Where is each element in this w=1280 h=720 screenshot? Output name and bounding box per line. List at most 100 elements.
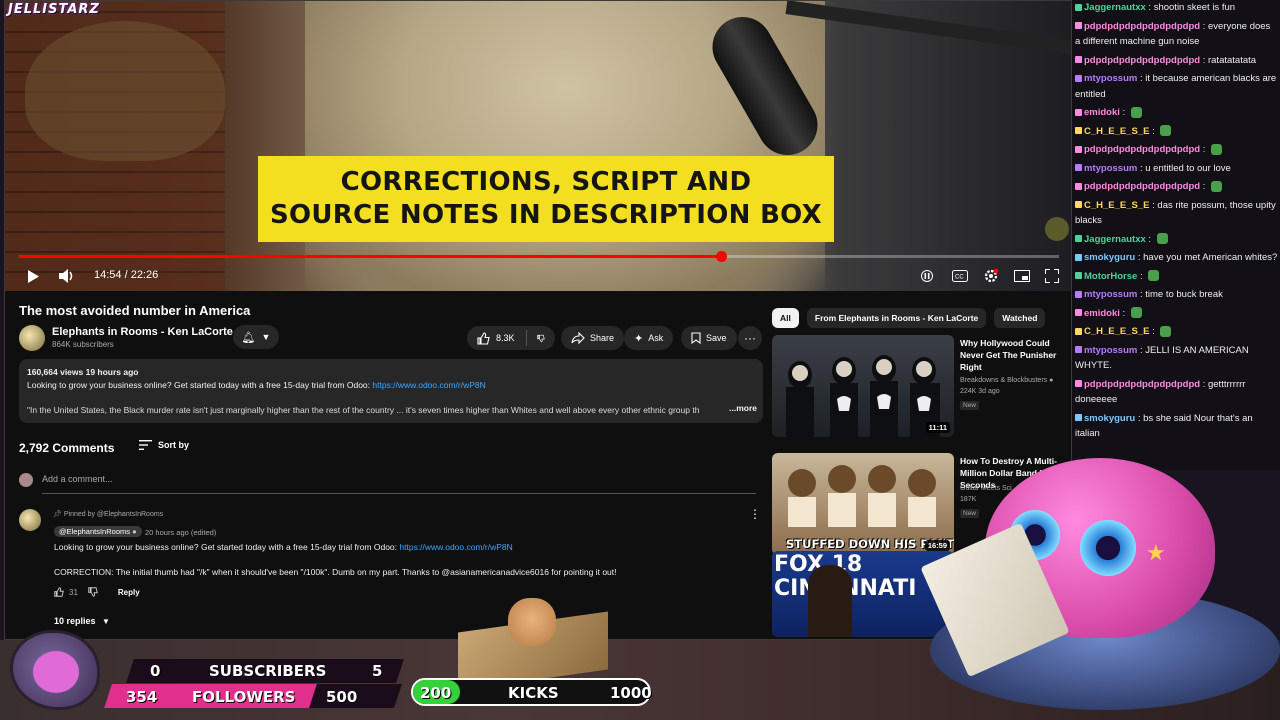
chat-username[interactable]: Jaggernautxx [1084, 2, 1146, 13]
chat-username[interactable]: emidoki [1084, 107, 1120, 118]
replies-toggle[interactable]: 10 replies ▼ [54, 616, 110, 626]
thumbs-up-icon [54, 587, 64, 597]
more-actions-button[interactable]: ··· [738, 326, 762, 350]
vtuber-mascot: ★ [920, 440, 1280, 720]
description-text: Looking to grow your business online? Ge… [27, 380, 373, 390]
channel-avatar[interactable] [19, 325, 45, 351]
recommendation-item[interactable]: 11:11 Why Hollywood Could Never Get The … [772, 335, 1062, 439]
recommendation-views: 224K 3d ago [960, 388, 1000, 395]
share-button[interactable]: Share [561, 326, 625, 350]
video-player[interactable]: CORRECTIONS, SCRIPT AND SOURCE NOTES IN … [5, 1, 1071, 291]
chat-username[interactable]: pdpdpdpdpdpdpdpdpdpd [1084, 21, 1200, 32]
chat-username[interactable]: C_H_E_E_S_E [1084, 326, 1149, 337]
chat-message: mtypossum : u entitled to our love [1075, 161, 1278, 177]
comment-link[interactable]: https://www.odoo.com/r/wP8N [399, 542, 512, 552]
video-mic-arm [785, 1, 1071, 56]
recommendation-title[interactable]: Why Hollywood Could Never Get The Punish… [960, 337, 1064, 373]
recommendation-thumbnail[interactable]: STUFFED DOWN HIS PANTS 16:59 [772, 453, 954, 555]
miniplayer-icon[interactable] [1011, 263, 1033, 289]
chat-username[interactable]: mtypossum [1084, 73, 1137, 84]
subscribers-current: 0 [150, 662, 161, 680]
chat-message: pdpdpdpdpdpdpdpdpdpd : [1075, 179, 1278, 195]
chat-username[interactable]: pdpdpdpdpdpdpdpdpdpd [1084, 379, 1200, 390]
settings-icon[interactable] [979, 263, 1003, 289]
related-filter-chips: All From Elephants in Rooms - Ken LaCort… [772, 308, 1046, 328]
description-box[interactable]: 160,664 views 19 hours ago Looking to gr… [19, 359, 763, 423]
chat-username[interactable]: pdpdpdpdpdpdpdpdpdpd [1084, 181, 1200, 192]
chat-username[interactable]: pdpdpdpdpdpdpdpdpdpd [1084, 55, 1200, 66]
chat-separator: : [1149, 326, 1158, 337]
chat-separator: : [1119, 307, 1128, 319]
ask-label: Ask [648, 333, 664, 343]
chip-from-channel[interactable]: From Elephants in Rooms - Ken LaCorte [806, 308, 987, 328]
chat-username[interactable]: Jaggernautxx [1084, 234, 1146, 245]
subscriber-count: 864K subscribers [52, 340, 114, 349]
chat-message: smokyguru : bs she said Nour that's an i… [1075, 411, 1278, 442]
progress-scrubber[interactable] [716, 251, 727, 262]
chevron-down-icon: ▼ [261, 332, 271, 342]
share-label: Share [590, 333, 615, 343]
description-link[interactable]: https://www.odoo.com/r/wP8N [372, 380, 485, 390]
chat-username[interactable]: mtypossum [1084, 163, 1137, 174]
chat-username[interactable]: smokyguru [1084, 252, 1135, 263]
captions-icon[interactable]: CC [949, 263, 971, 289]
chat-badge-icon [1075, 253, 1082, 261]
kicks-label: KICKS [508, 684, 559, 702]
chat-emote-icon [1148, 270, 1160, 282]
chat-separator: : [1149, 125, 1158, 137]
recommendation-thumbnail[interactable]: 11:11 [772, 335, 954, 437]
chat-message: emidoki : [1075, 306, 1278, 322]
comment-author-avatar[interactable] [19, 509, 41, 531]
thumbs-down-icon[interactable] [537, 332, 545, 345]
channel-name[interactable]: Elephants in Rooms - Ken LaCorte ● [52, 326, 241, 338]
ask-button[interactable]: ✦ Ask [624, 326, 674, 350]
play-icon[interactable] [21, 263, 45, 289]
like-count: 8.3K [496, 333, 515, 343]
chat-badge-icon [1075, 56, 1082, 64]
new-badge: New [960, 401, 980, 410]
sort-by-button[interactable]: Sort by [139, 440, 189, 450]
fullscreen-icon[interactable] [1041, 263, 1063, 289]
notifications-button[interactable]: 🔔︎ ▼ [233, 325, 279, 349]
thumbs-down-icon[interactable] [88, 587, 98, 597]
reply-button[interactable]: Reply [118, 588, 140, 597]
like-button[interactable]: 8.3K [477, 331, 515, 345]
add-comment-input[interactable]: Add a comment... [42, 474, 756, 494]
chat-message: Jaggernautxx : shootin skeet is fun [1075, 0, 1278, 16]
chat-separator: : [1137, 270, 1146, 282]
chat-username[interactable]: mtypossum [1084, 289, 1137, 300]
volume-icon[interactable] [55, 263, 79, 289]
chat-username[interactable]: MotorHorse [1084, 271, 1137, 282]
chat-text: u entitled to our love [1145, 162, 1231, 174]
chip-all[interactable]: All [772, 308, 799, 328]
kicks-current: 200 [420, 684, 452, 702]
chat-emote-icon [1160, 325, 1172, 337]
comment-menu-icon[interactable]: ⋮ [749, 507, 761, 521]
chat-emote-icon [1130, 106, 1142, 118]
progress-bar[interactable] [19, 251, 1059, 262]
save-button[interactable]: Save [681, 326, 737, 350]
chat-username[interactable]: C_H_E_E_S_E [1084, 126, 1149, 137]
pause-icon[interactable] [917, 263, 937, 289]
chat-text: time to buck break [1145, 289, 1223, 300]
chat-emote-icon [1130, 307, 1142, 319]
chip-watched[interactable]: Watched [994, 308, 1046, 328]
chat-username[interactable]: pdpdpdpdpdpdpdpdpdpd [1084, 144, 1200, 155]
comment-text-2: CORRECTION: The initial thumb had "/k" w… [54, 567, 617, 577]
chat-emote-icon [1156, 233, 1168, 245]
show-more-link[interactable]: ...more [725, 402, 757, 415]
chat-username[interactable]: C_H_E_E_S_E [1084, 200, 1149, 211]
chat-username[interactable]: smokyguru [1084, 413, 1135, 424]
chat-text: have you met American whites? [1143, 252, 1278, 263]
chat-message: mtypossum : it because american blacks a… [1075, 71, 1278, 102]
chat-separator: : [1200, 378, 1208, 390]
comment-like-button[interactable]: 31 [54, 587, 78, 597]
chat-username[interactable]: mtypossum [1084, 345, 1137, 356]
comment-author-chip[interactable]: @ElephantsInRooms ● [54, 526, 142, 537]
chat-separator: : [1200, 20, 1208, 32]
followers-target: 500 [326, 688, 358, 706]
chat-badge-icon [1075, 22, 1082, 30]
description-quote: "In the United States, the Black murder … [27, 405, 700, 415]
chat-username[interactable]: emidoki [1084, 308, 1120, 319]
verified-icon: ● [132, 527, 137, 536]
